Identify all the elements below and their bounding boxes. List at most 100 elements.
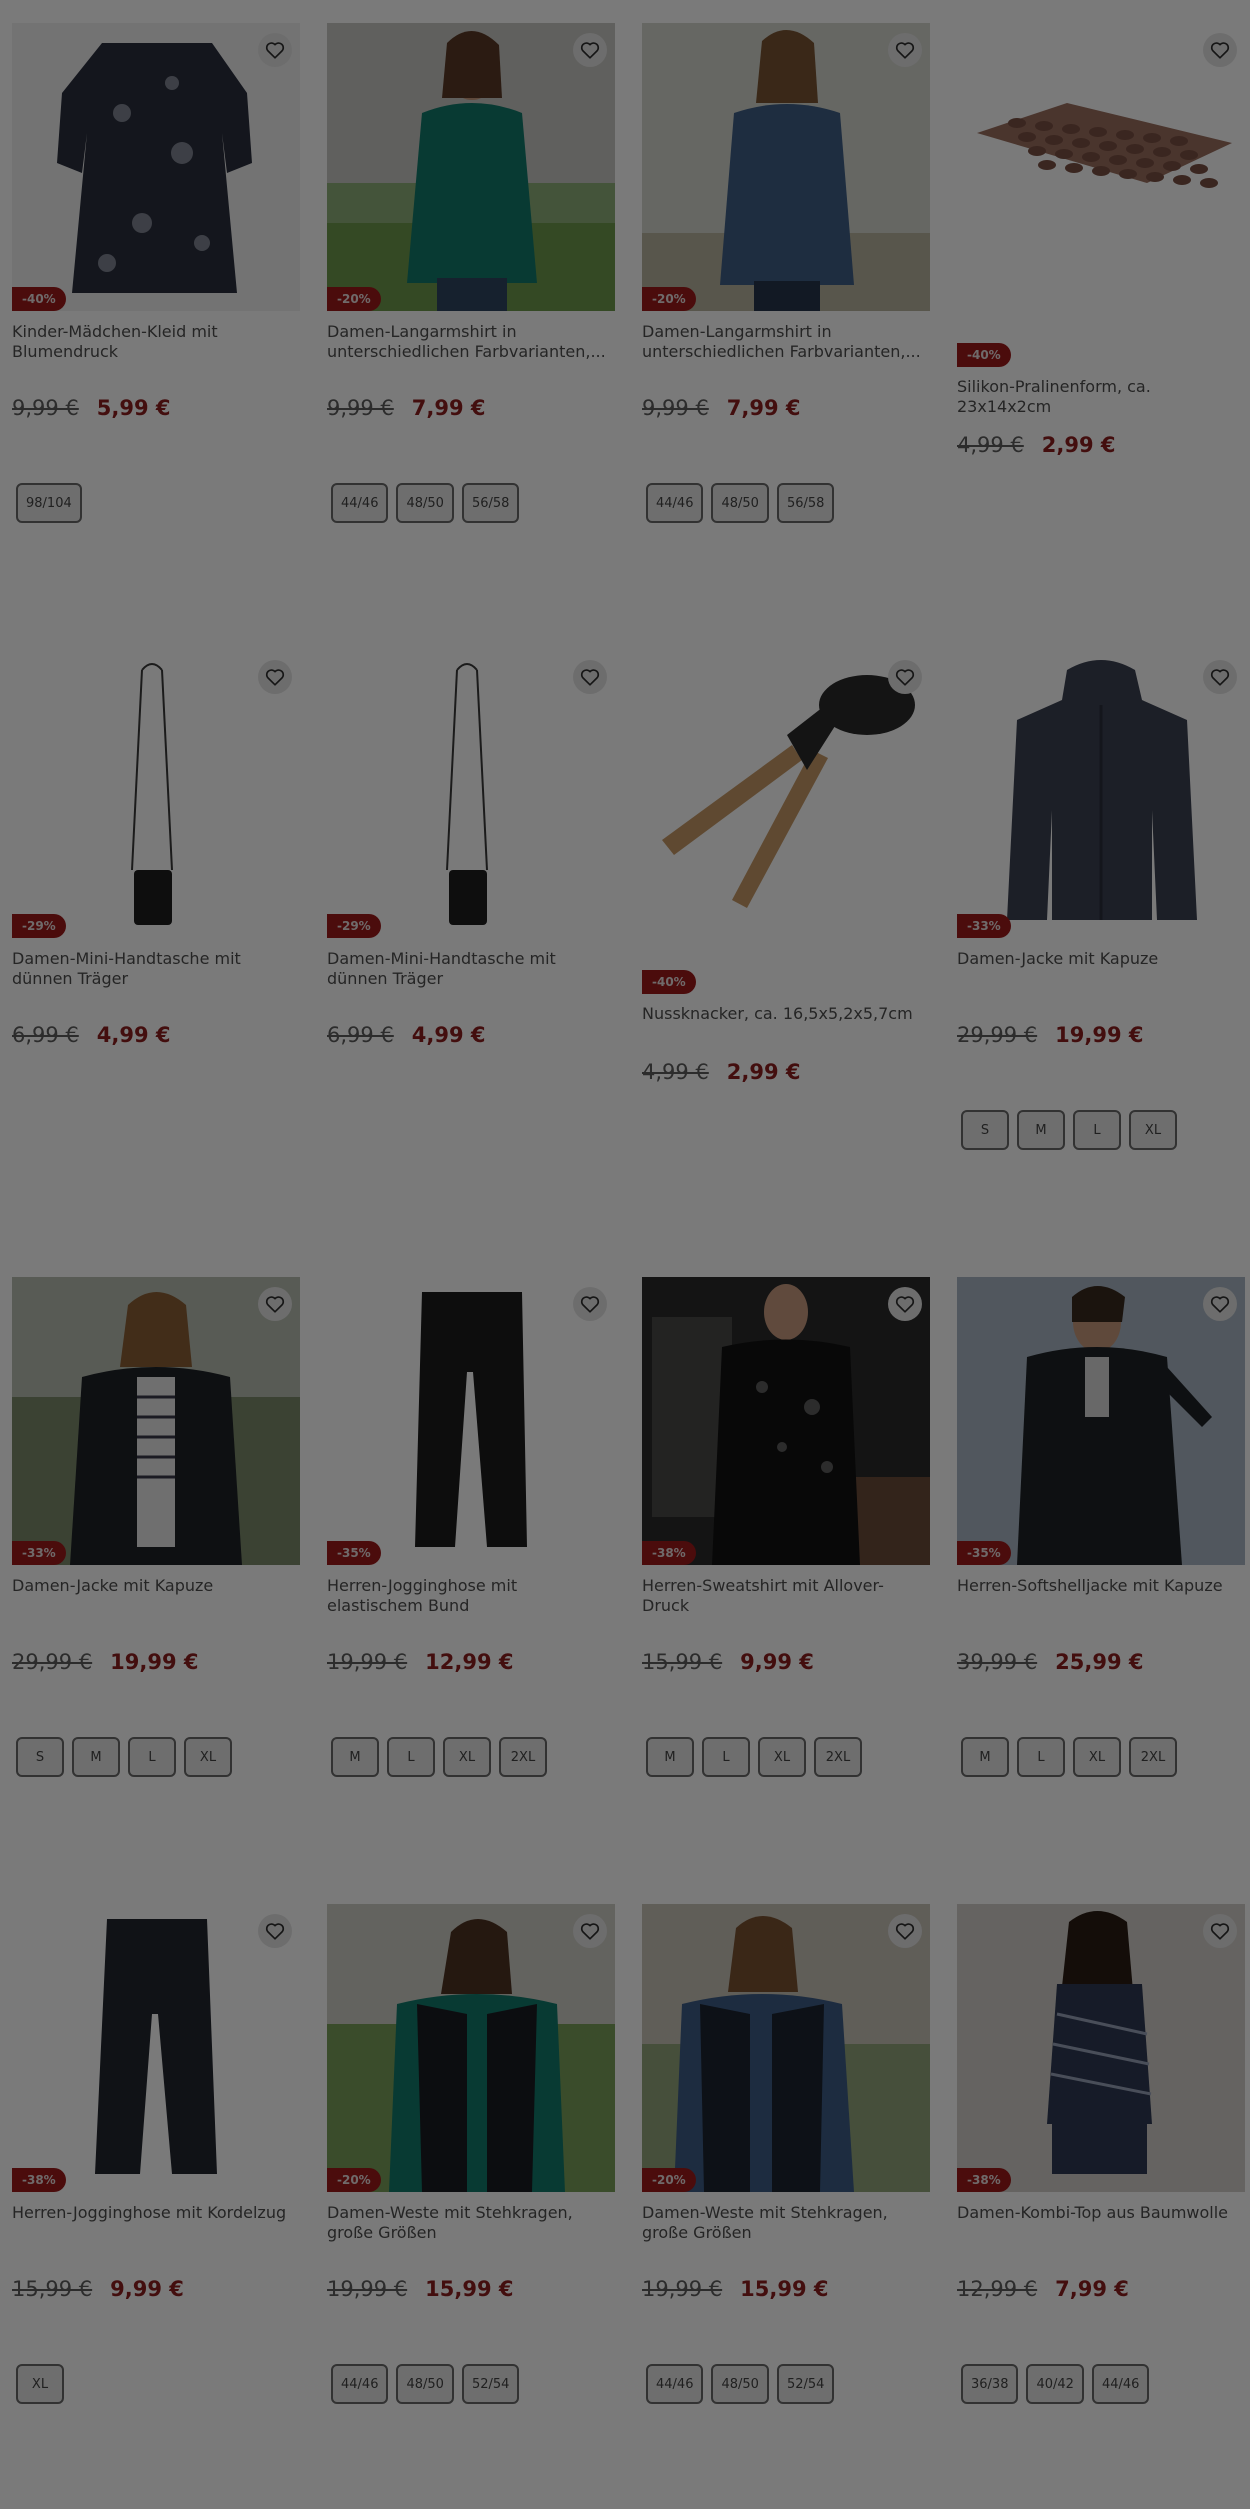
size-option-button[interactable]: XL — [758, 1737, 806, 1777]
size-option-button[interactable]: 48/50 — [711, 2364, 769, 2404]
product-image[interactable] — [327, 650, 615, 938]
size-option-button[interactable]: S — [961, 1110, 1009, 1150]
size-option-button[interactable]: M — [646, 1737, 694, 1777]
product-name[interactable]: Damen-Weste mit Stehkragen, große Größen — [642, 2203, 930, 2243]
product-name[interactable]: Damen-Mini-Handtasche mit dünnen Träger — [327, 949, 615, 989]
product-image[interactable] — [12, 1277, 300, 1565]
size-option-button[interactable]: 52/54 — [776, 2364, 835, 2404]
size-option-button[interactable]: 44/46 — [646, 2364, 704, 2404]
product-card[interactable]: -38% Herren-Jogginghose mit Kordelzug 15,9… — [12, 1904, 302, 2504]
size-option-button[interactable]: XL — [184, 1737, 232, 1777]
size-option-button[interactable]: 2XL — [1129, 1737, 1177, 1777]
product-image[interactable] — [642, 23, 930, 311]
product-image[interactable] — [327, 23, 615, 311]
product-name[interactable]: Kinder-Mädchen-Kleid mit Blumendruck — [12, 322, 300, 362]
wishlist-heart-icon[interactable] — [1203, 1914, 1237, 1948]
size-option-button[interactable]: XL — [16, 2364, 64, 2404]
wishlist-heart-icon[interactable] — [888, 1287, 922, 1321]
product-image[interactable] — [957, 650, 1245, 938]
product-card[interactable]: -20% Damen-Weste mit Stehkragen, große Gr… — [327, 1904, 617, 2504]
size-option-button[interactable]: M — [331, 1737, 379, 1777]
wishlist-heart-icon[interactable] — [258, 1914, 292, 1948]
product-name[interactable]: Herren-Sweatshirt mit Allover-Druck — [642, 1576, 930, 1616]
product-image[interactable] — [957, 1277, 1245, 1565]
product-name[interactable]: Herren-Jogginghose mit elastischem Bund — [327, 1576, 615, 1616]
product-name[interactable]: Damen-Langarmshirt in unterschiedlichen … — [642, 322, 930, 362]
product-image[interactable] — [642, 1904, 930, 2192]
size-option-button[interactable]: 98/104 — [16, 483, 82, 523]
size-option-button[interactable]: 48/50 — [396, 2364, 454, 2404]
size-option-button[interactable]: 44/46 — [331, 483, 389, 523]
size-option-button[interactable]: L — [387, 1737, 435, 1777]
product-name[interactable]: Damen-Mini-Handtasche mit dünnen Träger — [12, 949, 300, 989]
product-name[interactable]: Damen-Kombi-Top aus Baumwolle — [957, 2203, 1245, 2223]
product-card[interactable]: -20% Damen-Langarmshirt in unterschiedlic… — [327, 23, 617, 623]
product-card[interactable]: -20% Damen-Weste mit Stehkragen, große Gr… — [642, 1904, 932, 2504]
wishlist-heart-icon[interactable] — [573, 1914, 607, 1948]
product-name[interactable]: Herren-Jogginghose mit Kordelzug — [12, 2203, 300, 2223]
size-option-button[interactable]: L — [702, 1737, 750, 1777]
product-card[interactable]: -33% Damen-Jacke mit Kapuze 29,99 € 19,99 €… — [12, 1277, 302, 1877]
product-card[interactable]: -35% Herren-Jogginghose mit elastischem B… — [327, 1277, 617, 1877]
size-option-button[interactable]: XL — [1073, 1737, 1121, 1777]
size-option-button[interactable]: 56/58 — [461, 483, 520, 523]
product-image[interactable] — [12, 1904, 300, 2192]
wishlist-heart-icon[interactable] — [258, 33, 292, 67]
size-option-button[interactable]: 40/42 — [1026, 2364, 1084, 2404]
wishlist-heart-icon[interactable] — [888, 33, 922, 67]
size-option-button[interactable]: 48/50 — [711, 483, 769, 523]
size-option-button[interactable]: S — [16, 1737, 64, 1777]
product-card[interactable]: -40% Nussknacker, ca. 16,5x5,2x5,7cm 4,99 … — [642, 650, 932, 1250]
size-option-button[interactable]: 44/46 — [1091, 2364, 1150, 2404]
size-option-button[interactable]: M — [1017, 1110, 1065, 1150]
size-option-button[interactable]: 36/38 — [961, 2364, 1019, 2404]
wishlist-heart-icon[interactable] — [888, 1914, 922, 1948]
wishlist-heart-icon[interactable] — [1203, 33, 1237, 67]
product-image[interactable] — [327, 1277, 615, 1565]
size-option-button[interactable]: XL — [1129, 1110, 1177, 1150]
product-image[interactable] — [957, 23, 1245, 311]
wishlist-heart-icon[interactable] — [258, 660, 292, 694]
product-image[interactable] — [327, 1904, 615, 2192]
size-option-button[interactable]: 2XL — [814, 1737, 862, 1777]
product-name[interactable]: Damen-Weste mit Stehkragen, große Größen — [327, 2203, 615, 2243]
wishlist-heart-icon[interactable] — [573, 660, 607, 694]
size-option-button[interactable]: M — [72, 1737, 120, 1777]
product-card[interactable]: -29% Damen-Mini-Handtasche mit dünnen Trä… — [327, 650, 617, 1250]
size-option-button[interactable]: XL — [443, 1737, 491, 1777]
size-option-button[interactable]: 56/58 — [776, 483, 835, 523]
size-option-button[interactable]: L — [1017, 1737, 1065, 1777]
product-card[interactable]: -38% Herren-Sweatshirt mit Allover-Druck 1… — [642, 1277, 932, 1877]
product-card[interactable]: -29% Damen-Mini-Handtasche mit dünnen Trä… — [12, 650, 302, 1250]
size-option-button[interactable]: 2XL — [499, 1737, 547, 1777]
wishlist-heart-icon[interactable] — [888, 660, 922, 694]
size-option-button[interactable]: M — [961, 1737, 1009, 1777]
size-option-button[interactable]: L — [128, 1737, 176, 1777]
product-name[interactable]: Silikon-Pralinenform, ca. 23x14x2cm — [957, 377, 1245, 417]
wishlist-heart-icon[interactable] — [573, 33, 607, 67]
product-card[interactable]: -38% Damen-Kombi-Top aus Baumwolle 12,99 €… — [957, 1904, 1247, 2504]
product-card[interactable]: -40% Silikon-Pralinenform, ca. 23x14x2cm 4… — [957, 23, 1247, 623]
product-name[interactable]: Damen-Jacke mit Kapuze — [957, 949, 1245, 969]
product-card[interactable]: -40% Kinder-Mädchen-Kleid mit Blumendruck… — [12, 23, 302, 623]
wishlist-heart-icon[interactable] — [573, 1287, 607, 1321]
size-option-button[interactable]: 44/46 — [331, 2364, 389, 2404]
product-card[interactable]: -35% Herren-Softshelljacke mit Kapuze 39,9… — [957, 1277, 1247, 1877]
wishlist-heart-icon[interactable] — [1203, 660, 1237, 694]
product-card[interactable]: -20% Damen-Langarmshirt in unterschiedlic… — [642, 23, 932, 623]
product-name[interactable]: Herren-Softshelljacke mit Kapuze — [957, 1576, 1245, 1596]
product-image[interactable] — [642, 1277, 930, 1565]
size-option-button[interactable]: 44/46 — [646, 483, 704, 523]
product-name[interactable]: Nussknacker, ca. 16,5x5,2x5,7cm — [642, 1004, 930, 1024]
product-image[interactable] — [957, 1904, 1245, 2192]
product-name[interactable]: Damen-Jacke mit Kapuze — [12, 1576, 300, 1596]
wishlist-heart-icon[interactable] — [258, 1287, 292, 1321]
product-name[interactable]: Damen-Langarmshirt in unterschiedlichen … — [327, 322, 615, 362]
size-option-button[interactable]: 52/54 — [461, 2364, 520, 2404]
product-image[interactable] — [12, 650, 300, 938]
wishlist-heart-icon[interactable] — [1203, 1287, 1237, 1321]
product-card[interactable]: -33% Damen-Jacke mit Kapuze 29,99 € 19,99 €… — [957, 650, 1247, 1250]
size-option-button[interactable]: 48/50 — [396, 483, 454, 523]
size-option-button[interactable]: L — [1073, 1110, 1121, 1150]
product-image[interactable] — [12, 23, 300, 311]
